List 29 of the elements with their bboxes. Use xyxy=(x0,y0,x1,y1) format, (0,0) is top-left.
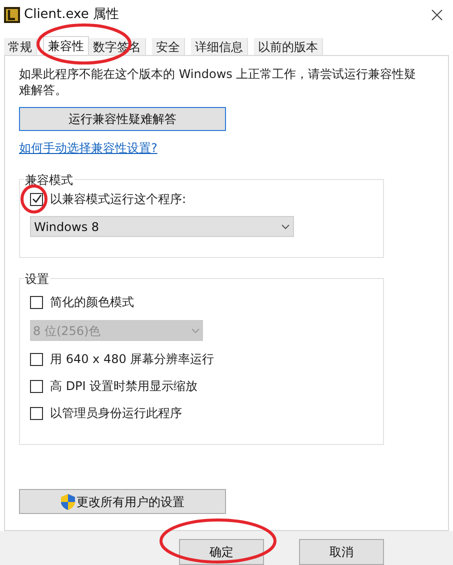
close-icon[interactable] xyxy=(431,9,443,21)
dropdown[interactable]: Windows 8 xyxy=(30,216,294,237)
checkbox[interactable] xyxy=(30,296,43,308)
app-icon xyxy=(4,7,20,23)
checkbox-label: 以兼容模式运行这个程序: xyxy=(50,191,186,208)
checkmark-icon xyxy=(32,194,42,204)
shield-icon xyxy=(60,494,74,510)
checkbox[interactable] xyxy=(30,352,43,366)
chevron-down-icon xyxy=(281,224,290,230)
tab[interactable]: 详细信息 xyxy=(191,38,248,55)
window-title: Client.exe 属性 xyxy=(24,6,120,24)
intro-text: 如果此程序不能在这个版本的 Windows 上正常工作，请尝试运行兼容性疑难解答。 xyxy=(19,66,418,98)
dialog-button[interactable]: 取消 xyxy=(299,539,384,565)
tab[interactable]: 以前的版本 xyxy=(254,38,323,55)
checkbox-label: 高 DPI 设置时禁用显示缩放 xyxy=(50,378,198,395)
checkbox[interactable] xyxy=(30,380,43,392)
checkbox-label: 简化的颜色模式 xyxy=(50,294,134,311)
help-link[interactable]: 如何手动选择兼容性设置? xyxy=(19,139,434,157)
tab[interactable]: 常规 xyxy=(4,38,37,55)
all-users-button[interactable]: 更改所有用户的设置 xyxy=(19,489,226,514)
checkbox-label: 以管理员身份运行此程序 xyxy=(50,405,182,422)
checkbox[interactable] xyxy=(30,192,43,206)
annotation-ellipse xyxy=(20,184,48,214)
troubleshoot-button[interactable]: 运行兼容性疑难解答 xyxy=(19,107,226,131)
checkbox-label: 用 640 x 480 屏幕分辨率运行 xyxy=(50,351,214,368)
tab[interactable]: 兼容性 xyxy=(43,36,89,55)
tab[interactable]: 安全 xyxy=(152,38,185,55)
checkbox[interactable] xyxy=(30,406,43,420)
chevron-down-icon xyxy=(191,328,200,334)
